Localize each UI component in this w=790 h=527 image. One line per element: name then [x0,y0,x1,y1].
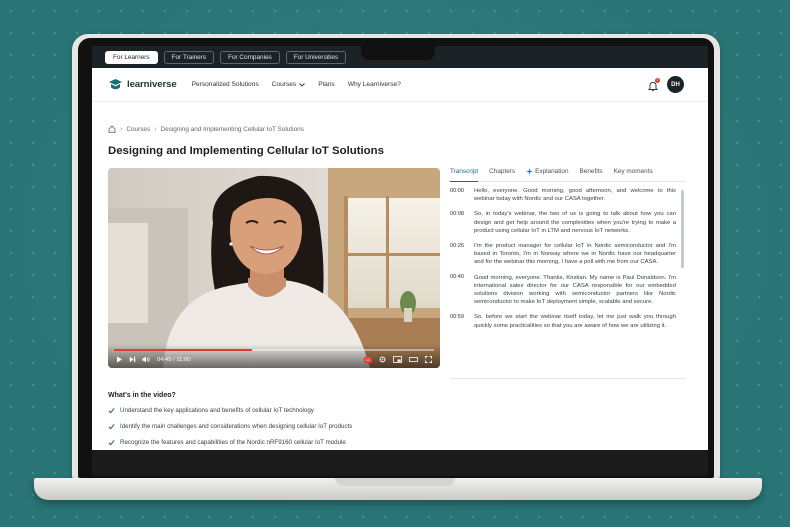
transcript-timestamp[interactable]: 00:40 [450,274,466,307]
content-tabs: Transcript Chapters Explanation Benefits… [450,168,686,182]
transcript-scrollbar[interactable] [681,190,684,268]
video-player[interactable]: 04:45 / 11:00 CC [108,168,440,368]
breadcrumb-courses[interactable]: Courses [126,126,150,133]
video-progress-bar[interactable] [114,349,434,351]
checkmark-icon [108,439,115,445]
transcript-entry[interactable]: 00:08 So, in today's webinar, the two of… [450,210,676,235]
tab-key-moments[interactable]: Key moments [614,168,653,181]
list-item: Recognize the features and capabilities … [108,438,352,446]
transcript-entry[interactable]: 00:59 So, before we start the webinar it… [450,313,676,329]
transcript-timestamp[interactable]: 00:00 [450,187,466,203]
volume-icon[interactable] [142,356,151,363]
video-time: 04:45 / 11:00 [157,356,191,363]
miniplayer-icon[interactable] [393,356,402,363]
transcript-timestamp[interactable]: 00:08 [450,210,466,235]
list-item-text: Recognize the features and capabilities … [120,438,346,446]
transcript-timestamp[interactable]: 00:26 [450,242,466,267]
panel-divider [450,378,686,379]
whats-in-video-list: Understand the key applications and bene… [108,406,352,450]
fullscreen-icon[interactable] [425,356,432,363]
skip-next-icon[interactable] [129,356,136,363]
tab-transcript[interactable]: Transcript [450,168,479,182]
video-progress-fill [114,349,252,351]
video-controls-right: CC [364,356,432,363]
captions-icon[interactable]: CC [364,356,372,363]
tab-benefits[interactable]: Benefits [580,168,603,181]
list-item-text: Understand the key applications and bene… [120,406,314,414]
camera-notch [361,44,435,60]
tab-explanation-label: Explanation [535,168,569,175]
transcript-text: I'm the product manager for cellular IoT… [474,243,676,266]
whats-in-video-title: What's in the video? [108,392,176,399]
transcript-timestamp[interactable]: 00:59 [450,313,466,329]
transcript-text: Good morning, everyone. Thanks, Kristian… [474,274,676,306]
transcript-text: Hello, everyone. Good morning, good afte… [474,188,676,203]
breadcrumb-current: Designing and Implementing Cellular IoT … [160,125,304,133]
chevron-right-icon: › [154,125,157,133]
tab-explanation[interactable]: Explanation [526,168,569,181]
transcript-list[interactable]: 00:00 Hello, everyone. Good morning, goo… [450,187,676,368]
list-item: Identify the main challenges and conside… [108,422,352,430]
page-title: Designing and Implementing Cellular IoT … [108,145,384,157]
chevron-right-icon: › [120,125,123,133]
tab-chapters[interactable]: Chapters [489,168,515,181]
screen-bottom-bezel [92,450,708,476]
page-content: › Courses › Designing and Implementing C… [92,46,708,450]
video-controls-left: 04:45 / 11:00 [116,356,190,363]
settings-icon[interactable] [379,356,386,363]
home-icon[interactable] [108,125,116,133]
laptop-base-groove [335,478,455,486]
video-controls: 04:45 / 11:00 CC [108,344,440,368]
sparkle-icon [526,168,534,175]
transcript-entry[interactable]: 00:00 Hello, everyone. Good morning, goo… [450,187,676,203]
list-item: Understand the key applications and bene… [108,406,352,414]
transcript-entry[interactable]: 00:40 Good morning, everyone. Thanks, Kr… [450,274,676,307]
transcript-text: So, in today's webinar, the two of us is… [474,211,676,234]
video-frame [108,168,440,368]
transcript-entry[interactable]: 00:26 I'm the product manager for cellul… [450,242,676,267]
list-item-text: Identify the main challenges and conside… [120,422,353,430]
checkmark-icon [108,423,115,429]
play-icon[interactable] [116,356,123,363]
transcript-text: So, before we start the webinar itself t… [474,314,676,329]
theater-mode-icon[interactable] [409,356,418,363]
checkmark-icon [108,407,115,413]
breadcrumb: › Courses › Designing and Implementing C… [108,125,304,133]
